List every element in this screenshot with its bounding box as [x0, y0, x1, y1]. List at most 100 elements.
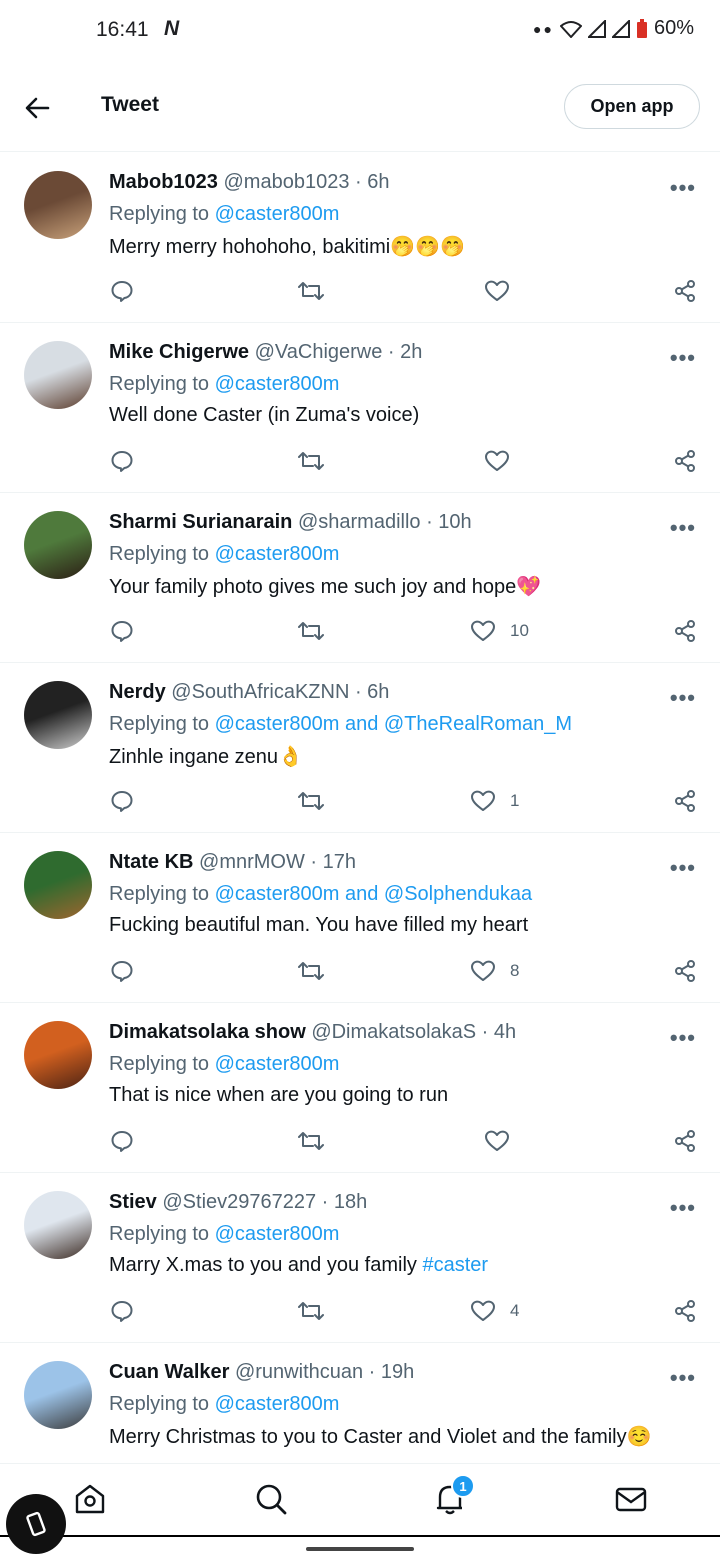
more-options-icon[interactable]: ••• [670, 685, 696, 711]
share-button[interactable] [673, 789, 697, 813]
tweet-actions [0, 449, 720, 479]
reply-button[interactable] [110, 619, 134, 643]
author-handle-time[interactable]: @mnrMOW · 17h [199, 851, 356, 873]
nav-messages[interactable] [614, 1482, 648, 1521]
avatar[interactable] [24, 851, 92, 919]
wifi-icon [559, 20, 582, 38]
avatar[interactable] [24, 511, 92, 579]
replying-to-handles[interactable]: @caster800m and @TheRealRoman_M [215, 713, 572, 735]
tweet-reply[interactable]: Mabob1023 @mabob1023 · 6h ••• Replying to … [0, 153, 720, 323]
reply-button[interactable] [110, 789, 134, 813]
avatar[interactable] [24, 1361, 92, 1429]
screen-rotate-button[interactable] [6, 1494, 66, 1554]
heart-icon [470, 619, 496, 643]
tweet-reply[interactable]: Ntate KB @mnrMOW · 17h ••• Replying to @ca… [0, 833, 720, 1003]
reply-button[interactable] [110, 449, 134, 473]
replying-to-handles[interactable]: @caster800m [215, 1393, 340, 1415]
author-name[interactable]: Mabob1023 [109, 171, 218, 193]
tweet-header: Cuan Walker @runwithcuan · 19h [109, 1361, 414, 1384]
share-button[interactable] [673, 1129, 697, 1153]
replying-to-handles[interactable]: @caster800m [215, 1053, 340, 1075]
avatar[interactable] [24, 341, 92, 409]
replying-to: Replying to @caster800m [109, 1223, 339, 1246]
replying-to: Replying to @caster800m [109, 543, 339, 566]
author-name[interactable]: Sharmi Surianarain [109, 511, 292, 533]
open-app-button[interactable]: Open app [564, 84, 700, 129]
like-button[interactable]: 4 [470, 1299, 519, 1323]
tweet-reply[interactable]: Stiev @Stiev29767227 · 18h ••• Replying to… [0, 1173, 720, 1343]
mail-icon [615, 1487, 647, 1512]
author-handle-time[interactable]: @SouthAfricaKZNN · 6h [171, 681, 389, 703]
hashtag-link[interactable]: #caster [422, 1254, 488, 1276]
like-count: 8 [510, 961, 520, 980]
like-button[interactable]: 8 [470, 959, 519, 983]
more-options-icon[interactable]: ••• [670, 855, 696, 881]
share-button[interactable] [673, 619, 697, 643]
reply-icon [110, 789, 134, 813]
reply-button[interactable] [110, 279, 134, 303]
back-button[interactable] [20, 90, 56, 126]
author-name[interactable]: Cuan Walker [109, 1361, 229, 1383]
tweet-text: Merry merry hohohoho, bakitimi🤭🤭🤭 [109, 234, 465, 259]
author-name[interactable]: Nerdy [109, 681, 166, 703]
tweet-reply[interactable]: Nerdy @SouthAfricaKZNN · 6h ••• Replying t… [0, 663, 720, 833]
tweet-reply[interactable]: Dimakatsolaka show @DimakatsolakaS · 4h •… [0, 1003, 720, 1173]
author-name[interactable]: Stiev [109, 1191, 157, 1213]
replying-to-handles[interactable]: @caster800m and @Solphendukaa [215, 883, 532, 905]
retweet-button[interactable] [298, 279, 324, 303]
like-button[interactable] [484, 279, 524, 303]
more-options-icon[interactable]: ••• [670, 1025, 696, 1051]
like-button[interactable] [484, 449, 524, 473]
author-name[interactable]: Mike Chigerwe [109, 341, 249, 363]
replying-to-handles[interactable]: @caster800m [215, 543, 340, 565]
avatar[interactable] [24, 681, 92, 749]
reply-button[interactable] [110, 1129, 134, 1153]
tweet-header: Dimakatsolaka show @DimakatsolakaS · 4h [109, 1021, 516, 1044]
author-handle-time[interactable]: @runwithcuan · 19h [235, 1361, 414, 1383]
author-handle-time[interactable]: @DimakatsolakaS · 4h [311, 1021, 516, 1043]
replying-to-handles[interactable]: @caster800m [215, 373, 340, 395]
tweet-body: Fucking beautiful man. You have filled m… [109, 914, 529, 936]
more-options-icon[interactable]: ••• [670, 175, 696, 201]
like-button[interactable] [484, 1129, 524, 1153]
replying-to-handles[interactable]: @caster800m [215, 203, 340, 225]
author-handle-time[interactable]: @Stiev29767227 · 18h [162, 1191, 367, 1213]
retweet-button[interactable] [298, 1299, 324, 1323]
replying-to-label: Replying to [109, 543, 210, 565]
nav-explore[interactable] [254, 1482, 288, 1521]
author-name[interactable]: Dimakatsolaka show [109, 1021, 306, 1043]
avatar[interactable] [24, 1021, 92, 1089]
nav-home[interactable] [73, 1482, 107, 1521]
like-button[interactable]: 10 [470, 619, 529, 643]
more-options-icon[interactable]: ••• [670, 515, 696, 541]
author-handle-time[interactable]: @VaChigerwe · 2h [255, 341, 423, 363]
replying-to-handles[interactable]: @caster800m [215, 1223, 340, 1245]
bottom-nav: 1 [0, 1463, 720, 1535]
reply-button[interactable] [110, 1299, 134, 1323]
author-name[interactable]: Ntate KB [109, 851, 193, 873]
avatar[interactable] [24, 171, 92, 239]
like-button[interactable]: 1 [470, 789, 519, 813]
author-handle-time[interactable]: @mabob1023 · 6h [224, 171, 390, 193]
retweet-button[interactable] [298, 619, 324, 643]
more-options-icon[interactable]: ••• [670, 1365, 696, 1391]
reply-button[interactable] [110, 959, 134, 983]
more-options-icon[interactable]: ••• [670, 345, 696, 371]
retweet-button[interactable] [298, 1129, 324, 1153]
tweet-text: Marry X.mas to you and you family #caste… [109, 1254, 488, 1277]
retweet-button[interactable] [298, 449, 324, 473]
avatar[interactable] [24, 1191, 92, 1259]
tweet-body: Well done Caster (in Zuma's voice) [109, 404, 420, 426]
share-button[interactable] [673, 1299, 697, 1323]
retweet-button[interactable] [298, 959, 324, 983]
author-handle-time[interactable]: @sharmadillo · 10h [298, 511, 472, 533]
home-indicator[interactable] [306, 1547, 414, 1551]
retweet-button[interactable] [298, 789, 324, 813]
share-button[interactable] [673, 279, 697, 303]
tweet-reply[interactable]: Mike Chigerwe @VaChigerwe · 2h ••• Replyin… [0, 323, 720, 493]
share-button[interactable] [673, 449, 697, 473]
share-button[interactable] [673, 959, 697, 983]
tweet-reply[interactable]: Sharmi Surianarain @sharmadillo · 10h •••… [0, 493, 720, 663]
more-options-icon[interactable]: ••• [670, 1195, 696, 1221]
tweet-reply[interactable]: Cuan Walker @runwithcuan · 19h ••• Replyin… [0, 1343, 720, 1463]
